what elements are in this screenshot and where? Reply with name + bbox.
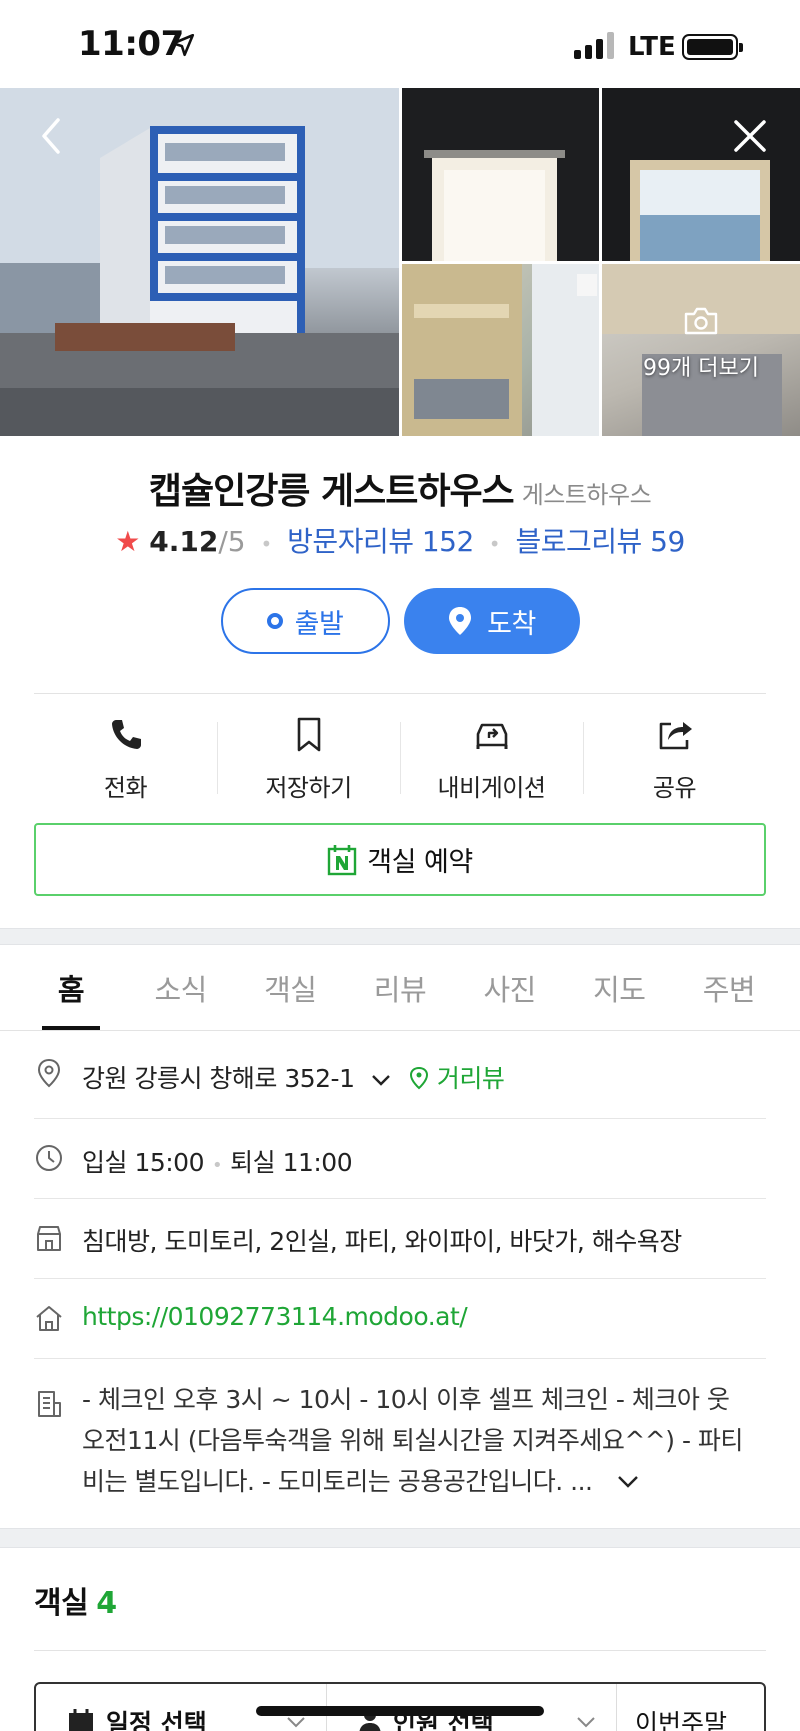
chevron-down-icon — [577, 1717, 595, 1728]
section-gap — [0, 928, 800, 945]
tab-rooms[interactable]: 객실 — [249, 945, 331, 1030]
status-bar: 11:07 LTE — [0, 0, 800, 88]
share-label: 공유 — [652, 774, 697, 802]
room-booking-button[interactable]: 객실 예약 — [34, 823, 766, 896]
street-view-link[interactable]: 거리뷰 — [437, 1064, 505, 1093]
document-icon — [38, 1391, 61, 1417]
route-start-label: 출발 — [294, 608, 344, 640]
tab-map[interactable]: 지도 — [578, 945, 660, 1030]
tab-news[interactable]: 소식 — [140, 945, 222, 1030]
this-weekend-button[interactable]: 이번주말 — [616, 1684, 764, 1731]
navigation-action[interactable]: 내비게이션 — [400, 700, 583, 810]
phone-icon — [111, 720, 141, 749]
photo-bunk-room[interactable] — [402, 264, 599, 436]
start-dot-icon — [266, 613, 283, 629]
cellular-signal-icon — [574, 31, 614, 59]
back-icon[interactable] — [22, 106, 82, 166]
blog-reviews-link[interactable]: 블로그리뷰 59 — [515, 525, 685, 558]
chevron-down-icon — [287, 1717, 305, 1728]
divider — [34, 1650, 766, 1651]
tab-reviews[interactable]: 리뷰 — [359, 945, 441, 1030]
calendar-icon — [69, 1709, 93, 1731]
home-icon — [36, 1306, 62, 1331]
store-icon — [37, 1226, 61, 1251]
place-category: 게스트하우스 — [521, 481, 652, 509]
address-row: 강원 강릉시 창해로 352-1 거리뷰 — [34, 1031, 766, 1119]
star-icon: ★ — [115, 525, 141, 558]
checkin-row: 입실 15:00 • 퇴실 11:00 — [34, 1119, 766, 1199]
call-action[interactable]: 전화 — [34, 700, 217, 810]
bookmark-icon — [297, 717, 320, 752]
car-navigation-icon — [476, 723, 507, 749]
photo-double-room[interactable]: 99개 더보기 — [602, 264, 800, 436]
section-gap — [0, 1528, 800, 1548]
rating-score: 4.12 — [149, 525, 219, 558]
street-view-pin-icon — [410, 1066, 429, 1090]
map-pin-icon — [449, 607, 472, 635]
status-time: 11:07 — [78, 24, 184, 64]
camera-icon — [684, 307, 718, 335]
location-pin-icon — [37, 1058, 61, 1088]
description-text[interactable]: - 체크인 오후 3시 ~ 10시 - 10시 이후 셀프 체크인 - 체크아 … — [82, 1379, 766, 1502]
location-arrow-icon — [171, 33, 195, 57]
save-action[interactable]: 저장하기 — [217, 700, 400, 810]
share-icon — [659, 722, 692, 750]
rooms-count: 4 — [96, 1586, 117, 1621]
facilities-text: 침대방, 도미토리, 2인실, 파티, 와이파이, 바닷가, 해수욕장 — [82, 1227, 682, 1256]
checkout-time: 퇴실 11:00 — [230, 1148, 353, 1177]
rating-max: /5 — [218, 525, 246, 558]
photo-grid: 99개 더보기 — [0, 88, 800, 436]
tab-nearby[interactable]: 주변 — [688, 945, 770, 1030]
chevron-down-icon[interactable] — [370, 1073, 392, 1087]
action-bar: 전화 저장하기 내비게이션 공유 — [34, 700, 766, 810]
place-title-row: 캡슐인강릉 게스트하우스 게스트하우스 — [0, 462, 800, 514]
clock-icon — [36, 1145, 62, 1171]
route-end-label: 도착 — [487, 608, 536, 640]
tab-photos[interactable]: 사진 — [469, 945, 551, 1030]
divider — [34, 693, 766, 694]
place-name: 캡슐인강릉 게스트하우스 — [148, 471, 515, 512]
home-indicator — [256, 1706, 544, 1716]
more-photos-label[interactable]: 99개 더보기 — [602, 350, 800, 382]
save-label: 저장하기 — [265, 774, 352, 802]
naver-booking-icon — [328, 844, 357, 875]
share-action[interactable]: 공유 — [583, 700, 766, 810]
navigation-label: 내비게이션 — [437, 774, 546, 802]
rating-row: ★ 4.12/5 • 방문자리뷰 152 • 블로그리뷰 59 — [115, 525, 685, 558]
photo-window-1[interactable] — [402, 88, 599, 261]
expand-chevron-icon[interactable] — [616, 1474, 640, 1490]
address-text[interactable]: 강원 강릉시 창해로 352-1 — [82, 1064, 355, 1093]
homepage-row: https://01092773114.modoo.at/ — [34, 1279, 766, 1359]
network-type: LTE — [628, 32, 676, 62]
facilities-row: 침대방, 도미토리, 2인실, 파티, 와이파이, 바닷가, 해수욕장 — [34, 1199, 766, 1279]
homepage-link[interactable]: https://01092773114.modoo.at/ — [82, 1302, 468, 1331]
battery-icon — [682, 34, 743, 60]
route-end-button[interactable]: 도착 — [403, 588, 580, 654]
checkin-time: 입실 15:00 — [82, 1148, 205, 1177]
route-start-button[interactable]: 출발 — [220, 588, 390, 654]
call-label: 전화 — [103, 774, 148, 802]
booking-label: 객실 예약 — [367, 847, 473, 878]
tab-home[interactable]: 홈 — [30, 945, 112, 1030]
description-row: - 체크인 오후 3시 ~ 10시 - 10시 이후 셀프 체크인 - 체크아 … — [34, 1359, 766, 1529]
rooms-section-title: 객실 4 — [34, 1586, 117, 1621]
tab-bar: 홈 소식 객실 리뷰 사진 지도 주변 — [0, 945, 800, 1031]
route-buttons: 출발 도착 — [0, 588, 800, 654]
visitor-reviews-link[interactable]: 방문자리뷰 152 — [287, 525, 474, 558]
close-icon[interactable] — [720, 106, 780, 166]
